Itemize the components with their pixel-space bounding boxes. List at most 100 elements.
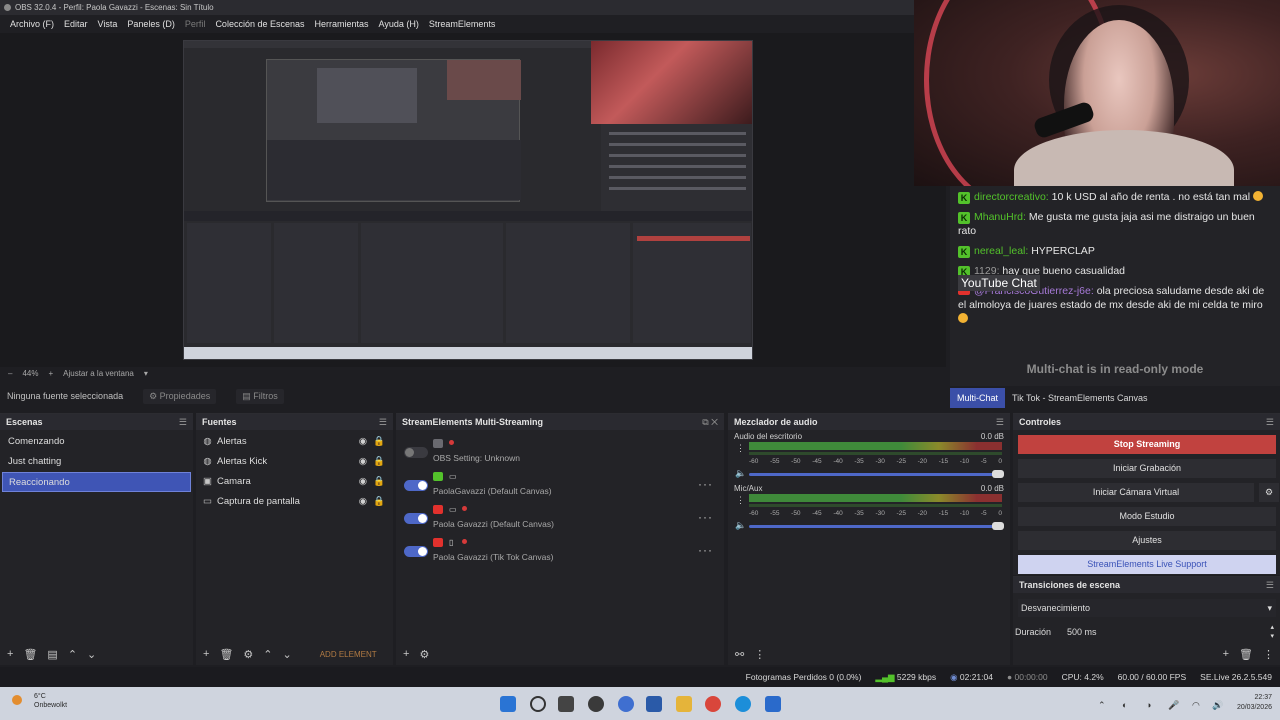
speaker-icon[interactable]: 🔈 bbox=[735, 520, 746, 531]
more-options-icon[interactable]: ⋮ bbox=[736, 495, 745, 506]
arrow-up-icon[interactable]: ⌃ bbox=[68, 648, 77, 661]
more-options-icon[interactable]: ⋮ bbox=[754, 648, 765, 661]
stream-toggle[interactable] bbox=[404, 546, 428, 557]
wifi-icon[interactable]: ◠ bbox=[1192, 700, 1200, 711]
source-item[interactable]: ▣ Camara ◉ 🔒 bbox=[196, 472, 393, 492]
dock-menu-icon[interactable]: ☰ bbox=[1266, 577, 1274, 593]
volume-slider[interactable] bbox=[749, 470, 1004, 478]
menu-herramientas[interactable]: Herramientas bbox=[310, 19, 374, 29]
menu-perfil[interactable]: Perfil bbox=[180, 19, 211, 29]
properties-button[interactable]: ⚙ Propiedades bbox=[143, 388, 217, 404]
spin-buttons[interactable]: ▴ ▾ bbox=[1270, 623, 1274, 641]
tab-multi-chat[interactable]: Multi-Chat bbox=[950, 388, 1006, 408]
menu-paneles[interactable]: Paneles (D) bbox=[122, 19, 180, 29]
stream-toggle[interactable] bbox=[404, 513, 428, 524]
tray-app-icon[interactable]: ◑ bbox=[1146, 700, 1151, 710]
stream-toggle[interactable] bbox=[404, 447, 428, 458]
volume-slider[interactable] bbox=[749, 522, 1004, 530]
lock-icon[interactable]: 🔒 bbox=[373, 452, 385, 472]
tab-tiktok-canvas[interactable]: Tik Tok - StreamElements Canvas bbox=[1005, 388, 1155, 408]
add-element-button[interactable]: ADD ELEMENT bbox=[320, 650, 377, 659]
scene-item[interactable]: Comenzando bbox=[2, 432, 191, 452]
transition-select[interactable]: Desvanecimiento ▾ bbox=[1018, 599, 1276, 617]
system-clock[interactable]: 22:37 20/03/2026 bbox=[1237, 693, 1272, 713]
arrow-up-icon[interactable]: ⌃ bbox=[263, 648, 272, 661]
chrome-icon[interactable] bbox=[705, 696, 721, 712]
app-icon[interactable] bbox=[618, 696, 634, 712]
gear-icon[interactable]: ⚙ bbox=[419, 648, 429, 661]
gear-icon[interactable]: ⚙ bbox=[243, 648, 253, 661]
add-icon[interactable]: + bbox=[203, 648, 209, 660]
edge-icon[interactable] bbox=[735, 696, 751, 712]
zoom-in-button[interactable]: + bbox=[48, 369, 53, 378]
settings-button[interactable]: Ajustes bbox=[1018, 531, 1276, 550]
microphone-icon[interactable]: 🎤 bbox=[1168, 700, 1179, 711]
trash-icon[interactable]: 🗑 bbox=[1239, 648, 1253, 661]
arrow-down-icon[interactable]: ⌄ bbox=[87, 648, 96, 661]
filter-icon[interactable]: ▤ bbox=[47, 648, 57, 661]
filters-button[interactable]: ▤ Filtros bbox=[236, 388, 284, 404]
lock-icon[interactable]: 🔒 bbox=[373, 432, 385, 452]
source-item[interactable]: ◍ Alertas Kick ◉ 🔒 bbox=[196, 452, 393, 472]
chevron-up-icon[interactable]: ⌃ bbox=[1098, 700, 1106, 711]
search-icon[interactable] bbox=[530, 696, 546, 712]
more-options-icon[interactable]: ··· bbox=[698, 510, 713, 524]
virtual-camera-button[interactable]: Iniciar Cámara Virtual ⚙ bbox=[1018, 483, 1279, 502]
obs-app-icon[interactable] bbox=[588, 696, 604, 712]
speaker-icon[interactable]: 🔊 bbox=[1212, 700, 1223, 711]
add-icon[interactable]: + bbox=[7, 648, 13, 660]
task-view-icon[interactable] bbox=[558, 696, 574, 712]
chat-username[interactable]: directorcreativo: bbox=[974, 191, 1049, 203]
add-icon[interactable]: + bbox=[403, 648, 409, 660]
lock-icon[interactable]: 🔒 bbox=[373, 472, 385, 492]
dock-menu-icon[interactable]: ☰ bbox=[996, 414, 1004, 430]
eye-icon[interactable]: ◉ bbox=[359, 492, 367, 512]
menu-ayuda[interactable]: Ayuda (H) bbox=[374, 19, 424, 29]
more-options-icon[interactable]: ··· bbox=[698, 477, 713, 491]
gear-icon[interactable]: ⚙ bbox=[1259, 483, 1279, 502]
studio-mode-button[interactable]: Modo Estudio bbox=[1018, 507, 1276, 526]
eye-icon[interactable]: ◉ bbox=[359, 452, 367, 472]
zoom-fit-dropdown[interactable]: Ajustar a la ventana bbox=[63, 369, 134, 378]
store-icon[interactable] bbox=[646, 696, 662, 712]
source-item[interactable]: ◍ Alertas ◉ 🔒 bbox=[196, 432, 393, 452]
duration-input[interactable]: 500 ms bbox=[1063, 623, 1268, 641]
tray-app-icon[interactable]: ◐ bbox=[1122, 700, 1127, 710]
speaker-icon[interactable]: 🔈 bbox=[735, 468, 746, 479]
menu-streamelements[interactable]: StreamElements bbox=[424, 19, 501, 29]
menu-coleccion-escenas[interactable]: Colección de Escenas bbox=[210, 19, 309, 29]
folder-icon[interactable] bbox=[676, 696, 692, 712]
trash-icon[interactable]: 🗑 bbox=[219, 648, 233, 661]
scene-item[interactable]: Just chatting bbox=[2, 452, 191, 472]
stream-toggle[interactable] bbox=[404, 480, 428, 491]
stop-streaming-button[interactable]: Stop Streaming bbox=[1018, 435, 1276, 454]
windows-start-icon[interactable] bbox=[500, 696, 516, 712]
dock-menu-icon[interactable]: ☰ bbox=[179, 414, 187, 430]
preview-canvas[interactable] bbox=[183, 40, 753, 360]
chat-username[interactable]: MhanuHrd: bbox=[974, 211, 1026, 223]
zoom-out-button[interactable]: – bbox=[8, 369, 12, 378]
eye-icon[interactable]: ◉ bbox=[359, 472, 367, 492]
source-item[interactable]: ▭ Captura de pantalla ◉ 🔒 bbox=[196, 492, 393, 512]
menu-vista[interactable]: Vista bbox=[93, 19, 123, 29]
menu-archivo[interactable]: Archivo (F) bbox=[5, 19, 59, 29]
dock-menu-icon[interactable]: ☰ bbox=[379, 414, 387, 430]
dock-menu-icon[interactable]: ☰ bbox=[1266, 414, 1274, 430]
trash-icon[interactable]: 🗑 bbox=[23, 648, 37, 661]
arrow-down-icon[interactable]: ⌄ bbox=[283, 648, 292, 661]
chevron-down-icon[interactable]: ▾ bbox=[144, 369, 148, 378]
more-options-icon[interactable]: ··· bbox=[698, 543, 713, 557]
weather-widget[interactable]: 6°C Onbewolkt bbox=[12, 692, 67, 710]
notepad-icon[interactable] bbox=[765, 696, 781, 712]
scene-item-selected[interactable]: Reaccionando bbox=[2, 472, 191, 492]
live-support-button[interactable]: StreamElements Live Support bbox=[1018, 555, 1276, 574]
start-recording-button[interactable]: Iniciar Grabación bbox=[1018, 459, 1276, 478]
chat-username[interactable]: nereal_leal: bbox=[974, 245, 1028, 257]
more-options-icon[interactable]: ⋮ bbox=[736, 443, 745, 454]
link-icon[interactable]: ⚯ bbox=[735, 648, 744, 661]
eye-icon[interactable]: ◉ bbox=[359, 432, 367, 452]
menu-editar[interactable]: Editar bbox=[59, 19, 93, 29]
lock-icon[interactable]: 🔒 bbox=[373, 492, 385, 512]
close-icon[interactable]: ⧉ ✕ bbox=[702, 414, 718, 430]
add-icon[interactable]: + bbox=[1223, 648, 1229, 661]
